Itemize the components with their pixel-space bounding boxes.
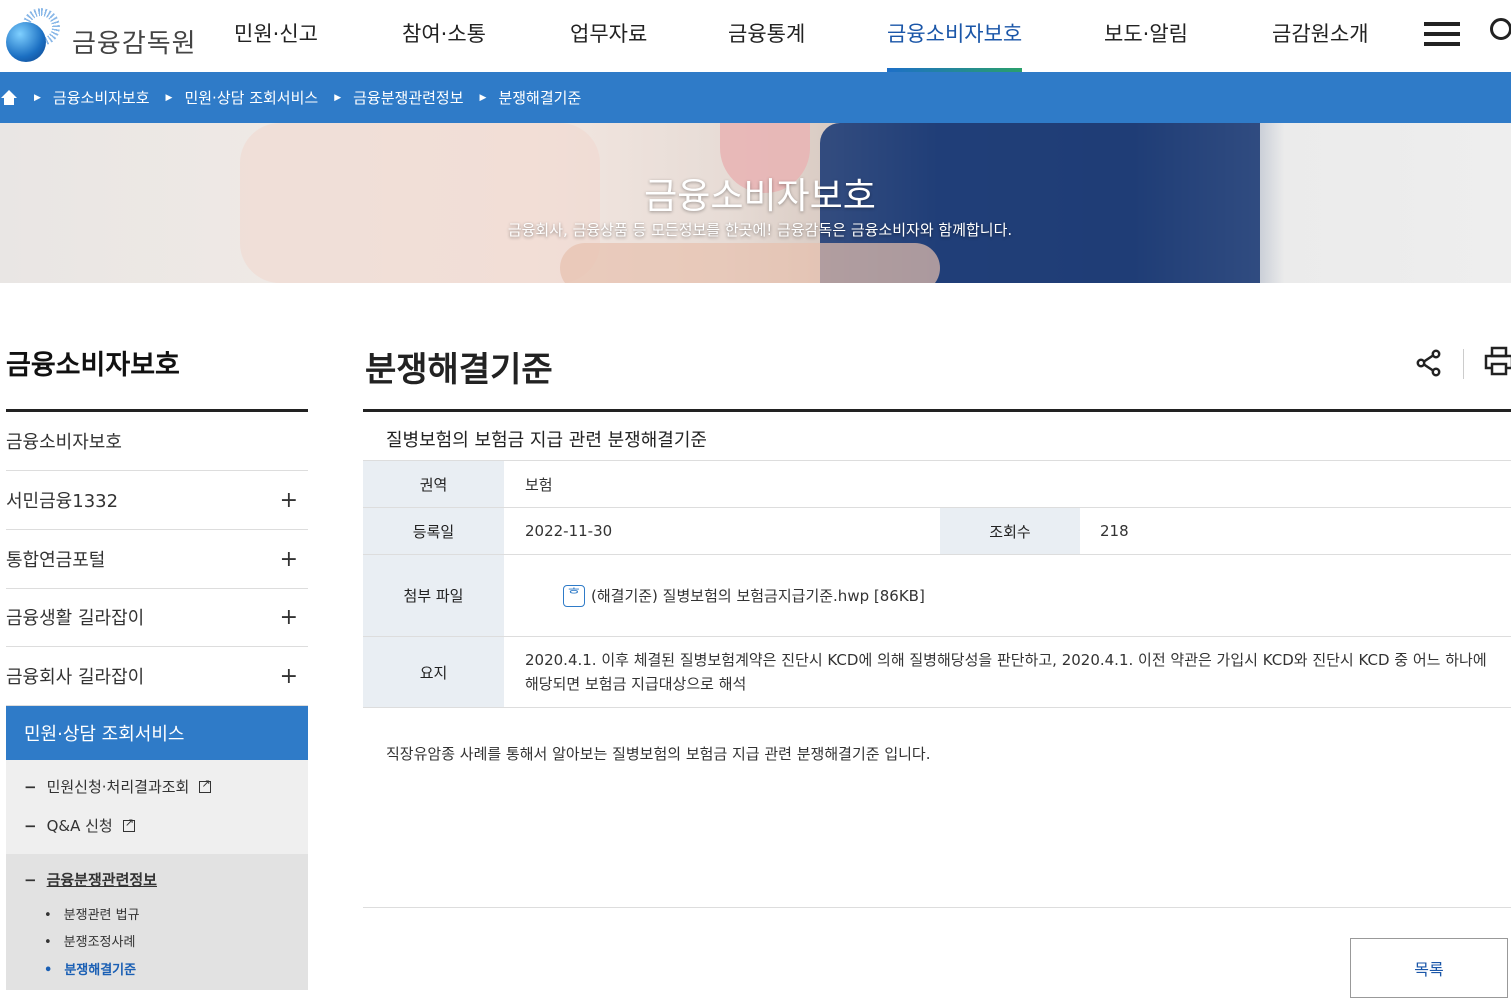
nav-item-press[interactable]: 보도·알림 [1104, 18, 1188, 48]
external-link-icon [199, 777, 212, 793]
submenu-sub-item-cases[interactable]: 분쟁조정사례 [44, 931, 136, 950]
content-divider [363, 409, 1511, 412]
breadcrumb-item[interactable]: 금융소비자보호 [53, 87, 150, 108]
sidebar-item-pension[interactable]: 통합연금포털 + [6, 530, 308, 589]
submenu-sub-item-standards[interactable]: 분쟁해결기준 [44, 959, 136, 978]
table-header-attachment: 첨부 파일 [363, 555, 504, 636]
attachment-link[interactable]: ᄒ (해결기준) 질병보험의 보험금지급기준.hwp [86KB] [563, 555, 925, 636]
submenu-item-complaint-lookup[interactable]: − 민원신청·처리결과조회 [24, 776, 212, 797]
breadcrumb-item[interactable]: 민원·상담 조회서비스 [184, 87, 318, 108]
nav-item-complaints[interactable]: 민원·신고 [234, 18, 318, 48]
dash-icon: − [24, 777, 37, 796]
dash-icon: − [24, 816, 37, 835]
content-bottom-divider [363, 907, 1511, 908]
menu-icon[interactable] [1424, 22, 1460, 46]
home-icon[interactable] [0, 89, 18, 106]
table-cell-summary: 2020.4.1. 이후 체결된 질병보험계약은 진단시 KCD에 의해 질병해… [525, 651, 1487, 693]
site-header: 금융감독원 민원·신고 참여·소통 업무자료 금융통계 금융소비자보호 보도·알… [0, 0, 1511, 72]
fss-logo-icon [6, 8, 60, 62]
list-button[interactable]: 목록 [1350, 938, 1508, 998]
sidebar-item-label: 금융소비자보호 [6, 432, 122, 453]
hero-photo-hands [560, 243, 940, 283]
chevron-right-icon: ▶ [34, 92, 41, 103]
search-icon[interactable] [1490, 18, 1511, 40]
share-icon[interactable] [1414, 348, 1444, 378]
hero-subtitle: 금융회사, 금융상품 등 모든정보를 한곳에! 금융감독은 금융소비자와 함께합… [507, 221, 1013, 239]
dash-icon: − [24, 870, 37, 889]
plus-icon[interactable]: + [280, 664, 298, 689]
chevron-right-icon: ▶ [479, 92, 487, 103]
submenu-item-qna[interactable]: − Q&A 신청 [24, 815, 135, 836]
sidebar-item-label: 금융회사 길라잡이 [6, 667, 145, 688]
table-header-views: 조회수 [940, 508, 1080, 554]
post-title: 질병보험의 보험금 지급 관련 분쟁해결기준 [386, 430, 707, 451]
post-body: 직장유암종 사례를 통해서 알아보는 질병보험의 보험금 지급 관련 분쟁해결기… [386, 745, 931, 763]
page-title: 분쟁해결기준 [365, 350, 553, 390]
submenu-item-label: 민원신청·처리결과조회 [46, 778, 190, 796]
table-header-date: 등록일 [363, 508, 504, 554]
attachment-filename: (해결기준) 질병보험의 보험금지급기준.hwp [86KB] [591, 587, 925, 605]
chevron-right-icon: ▶ [334, 92, 342, 103]
sidebar-submenu: − 민원신청·처리결과조회 − Q&A 신청 [6, 760, 308, 854]
table-row: 첨부 파일 ᄒ (해결기준) 질병보험의 보험금지급기준.hwp [86KB] [363, 555, 1511, 637]
sidebar-item-company-guide[interactable]: 금융회사 길라잡이 + [6, 647, 308, 706]
table-header-area: 권역 [363, 461, 504, 507]
print-icon[interactable] [1484, 346, 1511, 378]
sidebar-item-inquiry-services[interactable]: 민원·상담 조회서비스 [6, 706, 308, 760]
toolbar-divider [1463, 349, 1464, 379]
chevron-right-icon: ▶ [165, 92, 173, 103]
nav-item-materials[interactable]: 업무자료 [570, 18, 647, 48]
submenu-item-label: Q&A 신청 [46, 817, 113, 835]
hwp-file-icon: ᄒ [563, 584, 585, 607]
plus-icon[interactable]: + [280, 547, 298, 572]
breadcrumb-item-current[interactable]: 분쟁해결기준 [498, 87, 581, 108]
sidebar-item-consumer-protection[interactable]: 금융소비자보호 [6, 412, 308, 471]
submenu-item-label: 금융분쟁관련정보 [46, 871, 157, 889]
sidebar-item-label: 서민금융1332 [6, 491, 119, 512]
site-logo[interactable]: 금융감독원 [6, 8, 197, 62]
sidebar-item-label: 통합연금포털 [6, 550, 106, 571]
submenu-item-dispute-info[interactable]: − 금융분쟁관련정보 [24, 869, 157, 890]
table-row: 요지 2020.4.1. 이후 체결된 질병보험계약은 진단시 KCD에 의해 … [363, 637, 1511, 708]
sidebar-item-label: 금융생활 길라잡이 [6, 608, 145, 629]
sidebar-title: 금융소비자보호 [6, 350, 180, 381]
table-cell-views: 218 [1100, 522, 1129, 540]
sidebar-item-life-guide[interactable]: 금융생활 길라잡이 + [6, 588, 308, 647]
logo-text: 금융감독원 [72, 28, 197, 59]
plus-icon[interactable]: + [280, 605, 298, 630]
breadcrumb-item[interactable]: 금융분쟁관련정보 [353, 87, 463, 108]
table-row: 권역 보험 [363, 460, 1511, 508]
nav-item-consumer-protection[interactable]: 금융소비자보호 [887, 18, 1022, 48]
plus-icon[interactable]: + [280, 488, 298, 513]
sidebar-submenu-current: − 금융분쟁관련정보 분쟁관련 법규 분쟁조정사례 분쟁해결기준 [6, 854, 308, 990]
table-row: 등록일 2022-11-30 조회수 218 [363, 508, 1511, 555]
external-link-icon [122, 816, 135, 832]
nav-item-about[interactable]: 금감원소개 [1272, 18, 1369, 48]
table-header-summary: 요지 [363, 637, 504, 707]
breadcrumb: ▶ 금융소비자보호 ▶ 민원·상담 조회서비스 ▶ 금융분쟁관련정보 ▶ 분쟁해… [0, 72, 1511, 123]
table-cell-area: 보험 [525, 475, 553, 494]
sidebar-item-1332[interactable]: 서민금융1332 + [6, 471, 308, 530]
submenu-sub-item-laws[interactable]: 분쟁관련 법규 [44, 904, 140, 923]
nav-item-statistics[interactable]: 금융통계 [728, 18, 805, 48]
table-cell-date: 2022-11-30 [525, 522, 613, 540]
nav-item-participation[interactable]: 참여·소통 [402, 18, 486, 48]
hero-title: 금융소비자보호 [644, 176, 876, 217]
hero-banner: 금융소비자보호 금융회사, 금융상품 등 모든정보를 한곳에! 금융감독은 금융… [0, 123, 1511, 283]
